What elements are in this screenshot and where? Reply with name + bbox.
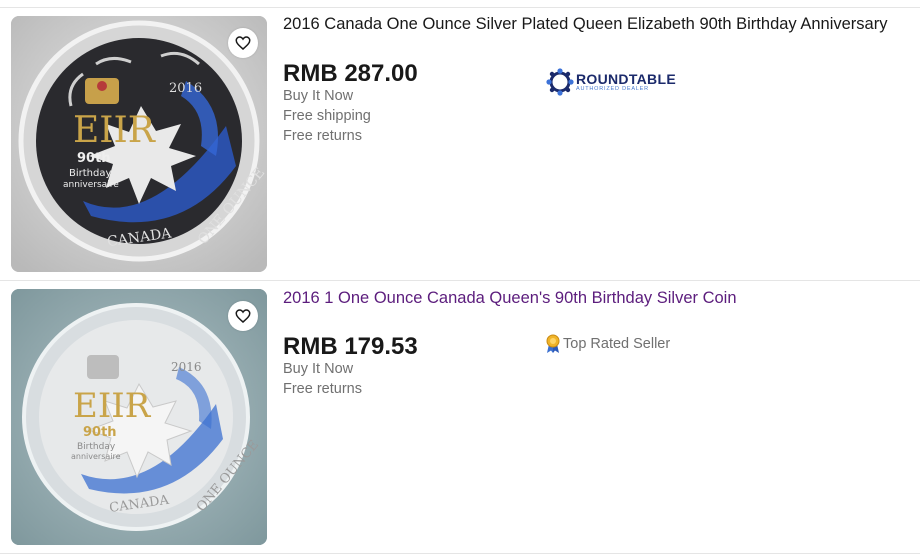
shipping-info: Free shipping: [283, 108, 371, 124]
returns-info: Free returns: [283, 128, 362, 144]
logo-tagline: AUTHORIZED DEALER: [576, 85, 649, 92]
coin-anniversaire: anniversaire: [63, 180, 119, 190]
coin-birthday: Birthday: [69, 168, 111, 179]
coin-90: 90th: [77, 151, 111, 166]
coin-monogram: EIIR: [73, 386, 152, 426]
returns-info: Free returns: [283, 381, 362, 397]
listing-image[interactable]: EIIR 2016 90th Birthday anniversaire CAN…: [11, 16, 267, 272]
coin-birthday: Birthday: [77, 442, 116, 452]
bottom-divider: [0, 553, 920, 554]
listing-image[interactable]: EIIR 2016 90th Birthday anniversaire CAN…: [11, 289, 267, 545]
ribbon-award-icon: [546, 334, 560, 353]
coin-monogram: EIIR: [73, 110, 156, 151]
roundtable-logo-icon: [546, 68, 574, 96]
coin-anniversaire: anniversaire: [71, 452, 121, 461]
coin-photo: EIIR 2016 90th Birthday anniversaire CAN…: [11, 16, 267, 272]
heart-icon: [235, 36, 251, 50]
seller-logo: ROUNDTABLE AUTHORIZED DEALER: [546, 68, 676, 96]
logo-name: ROUNDTABLE: [576, 70, 676, 87]
listing-title[interactable]: 2016 1 One Ounce Canada Queen's 90th Bir…: [283, 289, 737, 308]
buy-format: Buy It Now: [283, 361, 354, 377]
buy-format: Buy It Now: [283, 88, 354, 104]
favorite-button[interactable]: [228, 301, 258, 331]
heart-icon: [235, 309, 251, 323]
badge-label: Top Rated Seller: [563, 336, 671, 352]
coin-year: 2016: [169, 81, 202, 96]
coin-year: 2016: [171, 360, 202, 374]
top-rated-badge: Top Rated Seller: [545, 334, 670, 354]
coin-photo: EIIR 2016 90th Birthday anniversaire CAN…: [11, 289, 267, 545]
listing-title[interactable]: 2016 Canada One Ounce Silver Plated Quee…: [283, 15, 887, 34]
favorite-button[interactable]: [228, 28, 258, 58]
listing-price: RMB 287.00: [283, 60, 418, 87]
listing-item[interactable]: EIIR 2016 90th Birthday anniversaire CAN…: [0, 281, 920, 555]
listing-price: RMB 179.53: [283, 333, 418, 360]
listing-item[interactable]: EIIR 2016 90th Birthday anniversaire CAN…: [0, 0, 920, 280]
coin-90: 90th: [83, 425, 117, 440]
